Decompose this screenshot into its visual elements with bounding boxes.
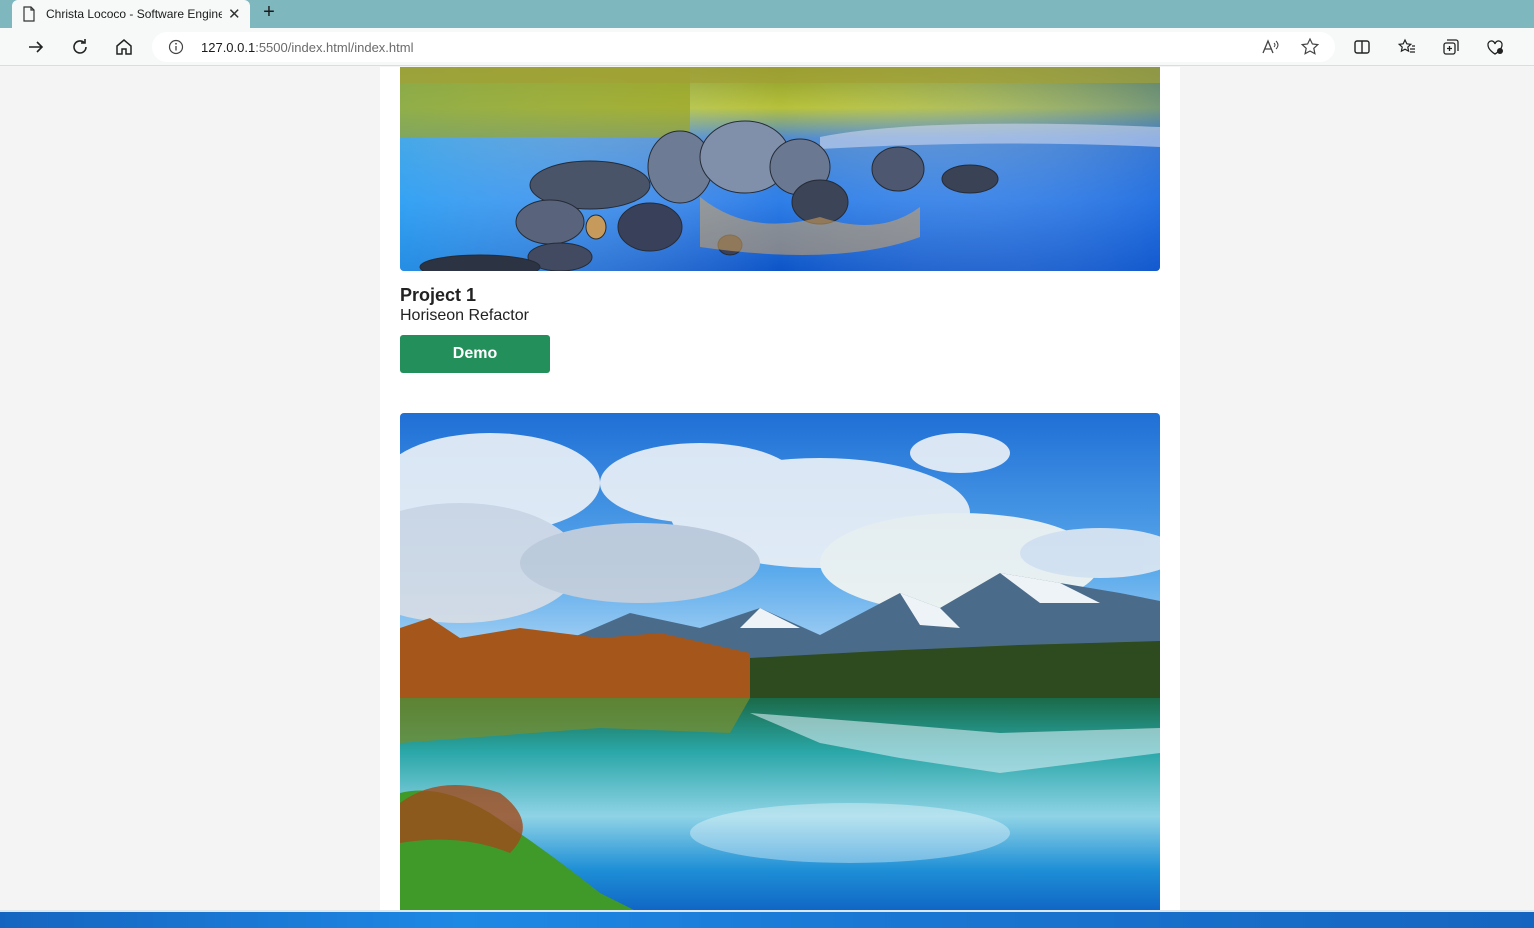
favorite-star-icon[interactable]: [1300, 37, 1320, 57]
home-icon[interactable]: [112, 35, 136, 59]
favorites-icon[interactable]: [1395, 35, 1419, 59]
browser-toolbar: 127.0.0.1:5500/index.html/index.html: [0, 28, 1534, 66]
project-2-image: [400, 413, 1160, 910]
page-viewport: Project 1 Horiseon Refactor Demo: [0, 67, 1534, 910]
read-aloud-icon[interactable]: [1260, 37, 1280, 57]
project-1-image: [400, 67, 1160, 271]
url-host: 127.0.0.1: [201, 40, 256, 55]
url-path: :5500/index.html/index.html: [255, 40, 414, 55]
forward-icon[interactable]: [24, 35, 48, 59]
url-text[interactable]: 127.0.0.1:5500/index.html/index.html: [201, 40, 413, 55]
project-subtitle: Horiseon Refactor: [400, 307, 529, 324]
tab-strip: Christa Lococo - Software Engine ✕ +: [0, 0, 1534, 28]
address-bar[interactable]: 127.0.0.1:5500/index.html/index.html: [152, 32, 1335, 62]
tab-title: Christa Lococo - Software Engine: [46, 7, 222, 21]
refresh-icon[interactable]: [68, 35, 92, 59]
browser-tab[interactable]: Christa Lococo - Software Engine ✕: [12, 0, 250, 28]
close-tab-icon[interactable]: ✕: [228, 7, 241, 22]
split-screen-icon[interactable]: [1350, 35, 1374, 59]
content-column: Project 1 Horiseon Refactor Demo: [380, 67, 1180, 910]
collections-icon[interactable]: [1439, 35, 1463, 59]
site-info-icon[interactable]: [168, 39, 184, 55]
page-icon: [23, 6, 35, 22]
demo-button[interactable]: Demo: [400, 335, 550, 373]
new-tab-icon[interactable]: +: [258, 2, 280, 24]
project-title: Project 1: [400, 285, 477, 305]
os-taskbar: [0, 910, 1534, 928]
browser-essentials-icon[interactable]: [1483, 35, 1507, 59]
